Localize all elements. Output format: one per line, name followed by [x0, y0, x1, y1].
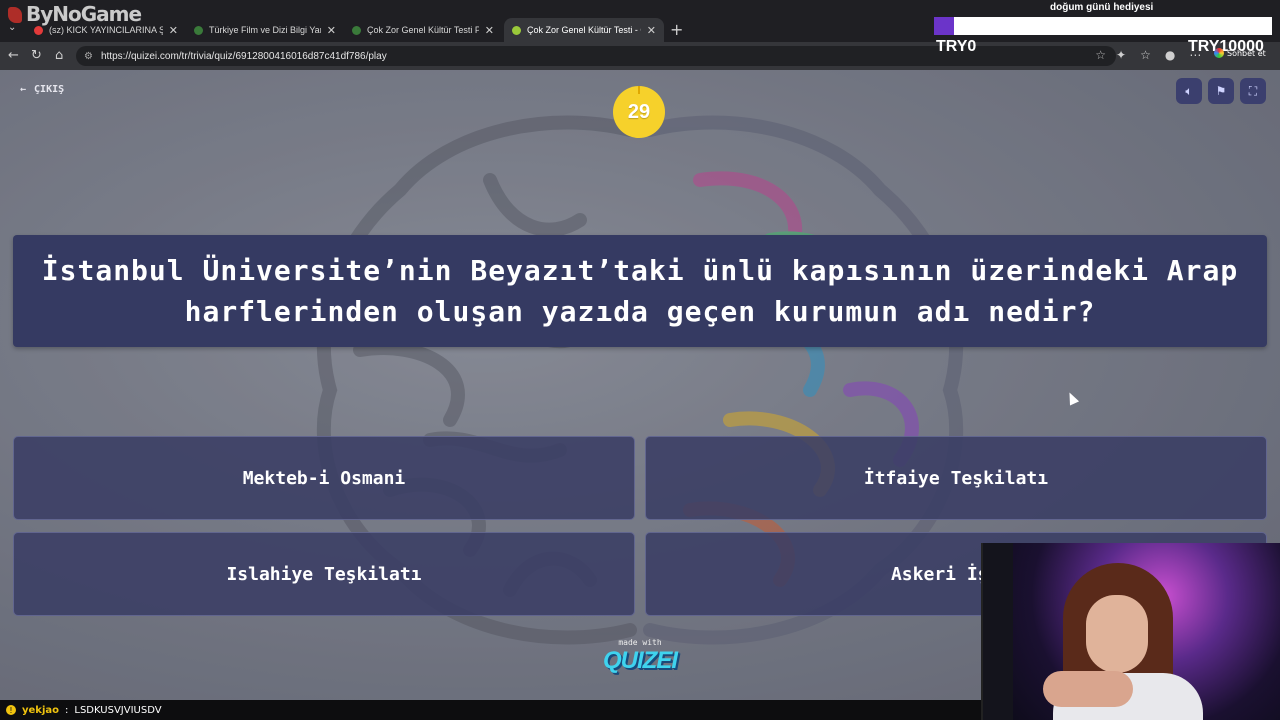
chat-button-label: Sohbet et [1227, 48, 1266, 58]
tab-title: Çok Zor Genel Kültür Testi Part15 [367, 25, 479, 35]
answer-option-1[interactable]: Mekteb-i Osmani [13, 436, 635, 520]
chat-ticker: ! yekjao : LSDKUSVJVIUSDV [0, 700, 981, 720]
donation-goal-bar [934, 17, 1272, 35]
chat-separator: : [65, 704, 69, 716]
webcam-backdrop [983, 543, 1013, 720]
donation-goal-fill [934, 17, 955, 35]
donation-goal-title: doğum günü hediyesi [1050, 2, 1154, 13]
new-tab-icon[interactable]: + [670, 20, 683, 39]
made-with-label: made with [618, 638, 662, 647]
question-card: İstanbul Üniversite’nin Beyazıt’taki ünl… [13, 235, 1267, 347]
webcam-person-face [1086, 595, 1148, 673]
reload-icon[interactable]: ↻ [31, 48, 42, 63]
chat-badge-icon: ! [6, 705, 16, 715]
logo-mark-icon [8, 7, 22, 23]
speaker-icon: 🔈︎ [1185, 83, 1193, 98]
donation-goal-min: TRY0 [936, 38, 977, 55]
answer-option-3[interactable]: Islahiye Teşkilatı [13, 532, 635, 616]
url-text: https://quizei.com/tr/trivia/quiz/691280… [100, 50, 387, 62]
extensions-icon[interactable]: ✦ [1116, 48, 1126, 62]
arrow-left-icon: ← [20, 84, 27, 95]
flag-icon: ⚑ [1215, 84, 1227, 98]
sound-button[interactable]: 🔈︎ [1176, 78, 1202, 104]
question-text: İstanbul Üniversite’nin Beyazıt’taki ünl… [41, 254, 1239, 328]
logo-text: ByNoGame [26, 2, 142, 26]
close-icon[interactable]: ✕ [327, 24, 336, 37]
tab-title: (sz) KICK YAYINCILARINA ŞARKI SÖ [49, 25, 163, 35]
tab-title: Çok Zor Genel Kültür Testi - Quizei [527, 25, 641, 35]
answer-option-2[interactable]: İtfaiye Teşkilatı [645, 436, 1267, 520]
profile-icon[interactable]: ● [1165, 48, 1175, 62]
report-button[interactable]: ⚑ [1208, 78, 1234, 104]
chat-icon [1214, 48, 1224, 58]
back-icon[interactable]: ← [8, 48, 19, 63]
tab-favicon-icon [194, 25, 203, 35]
chat-message: LSDKUSVJVIUSDV [74, 704, 162, 716]
exit-label: ÇIKIŞ [34, 84, 65, 95]
made-with-quizei[interactable]: made with QUIZEI [598, 638, 682, 675]
tab-favicon-icon [352, 25, 361, 35]
webcam-overlay [981, 543, 1280, 720]
bookmark-star-icon[interactable]: ☆ [1095, 48, 1106, 62]
fullscreen-icon: ⛶ [1248, 83, 1258, 98]
close-icon[interactable]: ✕ [485, 24, 494, 37]
tab-favicon-icon [34, 25, 43, 35]
timer-value: 29 [627, 100, 651, 123]
favorites-icon[interactable]: ☆ [1140, 48, 1151, 62]
answer-label: İtfaiye Teşkilatı [863, 467, 1049, 489]
answer-label: Islahiye Teşkilatı [226, 563, 422, 585]
countdown-timer: 29 [613, 86, 665, 138]
chat-button[interactable]: Sohbet et [1214, 48, 1266, 58]
quizei-logo: QUIZEI [602, 647, 678, 674]
webcam-person-hands [1043, 671, 1133, 707]
browser-tab-3[interactable]: Çok Zor Genel Kültür Testi Part15 ✕ [344, 18, 502, 42]
home-icon[interactable]: ⌂ [55, 48, 63, 63]
exit-button[interactable]: ← ÇIKIŞ [20, 84, 64, 95]
address-bar-row: ← ↻ ⌂ ⚙ https://quizei.com/tr/trivia/qui… [0, 42, 1280, 70]
answer-label: Mekteb-i Osmani [242, 467, 406, 489]
fullscreen-button[interactable]: ⛶ [1240, 78, 1266, 104]
close-icon[interactable]: ✕ [169, 24, 178, 37]
chat-username: yekjao [22, 704, 59, 716]
browser-tab-2[interactable]: Türkiye Film ve Dizi Bilgi Yarışması ✕ [186, 18, 344, 42]
tab-favicon-icon [512, 25, 521, 35]
browser-tab-4[interactable]: Çok Zor Genel Kültür Testi - Quizei ✕ [504, 18, 664, 42]
site-info-icon[interactable]: ⚙ [84, 51, 93, 62]
close-icon[interactable]: ✕ [647, 24, 656, 37]
stream-logo: ByNoGame [8, 2, 142, 26]
tab-title: Türkiye Film ve Dizi Bilgi Yarışması [209, 25, 321, 35]
